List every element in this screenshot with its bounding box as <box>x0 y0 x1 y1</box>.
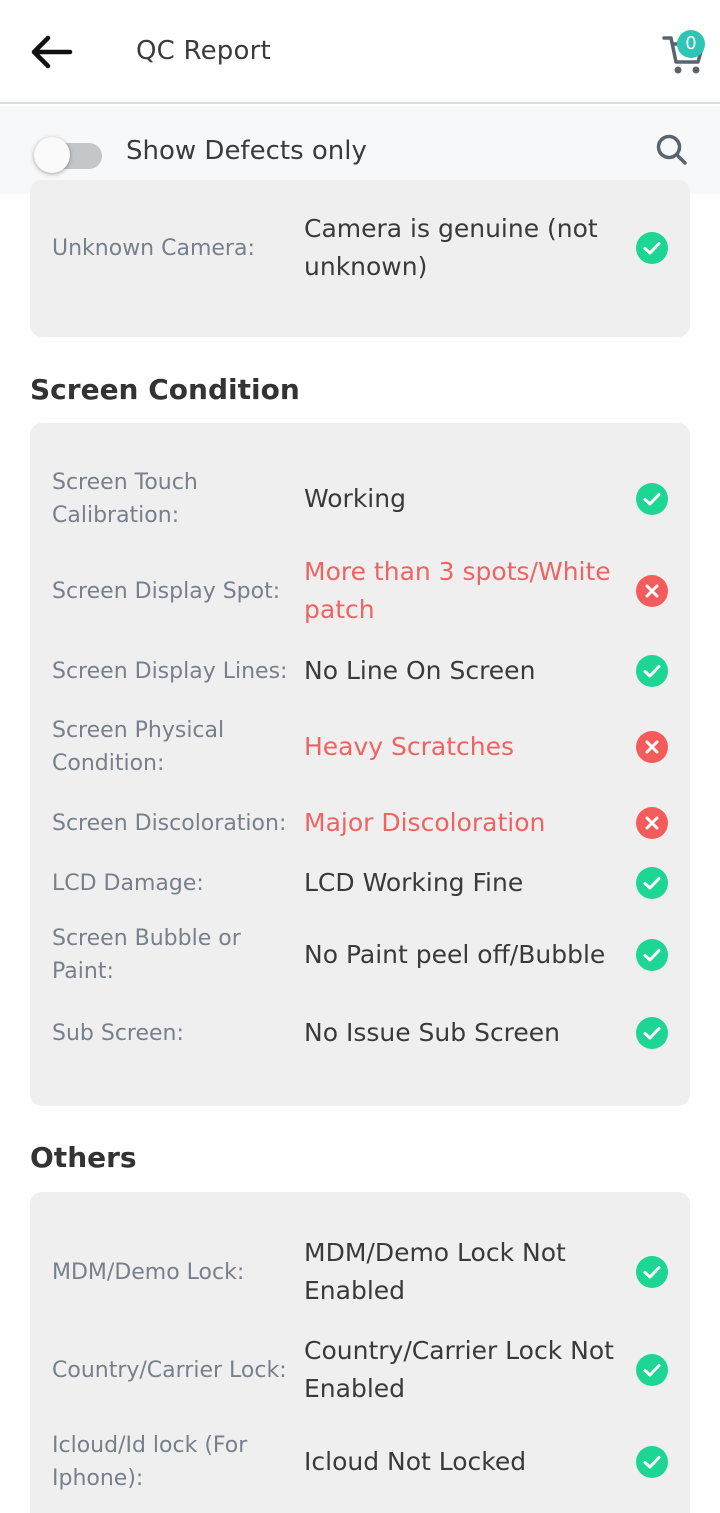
qc-row-value: LCD Working Fine <box>304 868 524 897</box>
qc-row: Screen Display Lines: No Line On Screen <box>30 649 690 693</box>
qc-row-label: Screen Discoloration: <box>52 810 287 836</box>
qc-row-label: LCD Damage: <box>52 870 204 896</box>
qc-row-value: Camera is genuine (not unknown) <box>304 214 598 281</box>
qc-row-label: Screen Touch Calibration: <box>52 470 198 528</box>
qc-row: Screen Bubble or Paint: No Paint peel off… <box>30 921 690 989</box>
defect-x-icon <box>636 575 668 607</box>
toggle-knob <box>34 137 70 173</box>
ok-check-icon <box>636 867 668 899</box>
qc-row-label: Screen Display Spot: <box>52 578 281 604</box>
qc-row: LCD Damage: LCD Working Fine <box>30 861 690 905</box>
qc-row-value: Icloud Not Locked <box>304 1447 527 1476</box>
qc-row-label: Unknown Camera: <box>52 235 255 261</box>
qc-row-value: No Line On Screen <box>304 656 536 685</box>
qc-row-label: Screen Physical Condition: <box>52 718 225 776</box>
qc-row: Country/Carrier Lock: Country/Carrier Loc… <box>30 1330 690 1410</box>
section-title-others: Others <box>30 1141 137 1174</box>
qc-row: Screen Physical Condition: Heavy Scratche… <box>30 713 690 781</box>
qc-row-value: Major Discoloration <box>304 808 546 837</box>
qc-row-label: Country/Carrier Lock: <box>52 1357 287 1383</box>
qc-row-value: More than 3 spots/White patch <box>304 557 611 624</box>
ok-check-icon <box>636 232 668 264</box>
qc-row-value: No Paint peel off/Bubble <box>304 940 606 969</box>
qc-row-value: MDM/Demo Lock Not Enabled <box>304 1238 566 1305</box>
qc-row-value: No Issue Sub Screen <box>304 1018 561 1047</box>
search-icon[interactable] <box>652 130 692 170</box>
qc-row-label: Icloud/Id lock (For Iphone): <box>52 1433 248 1491</box>
qc-row-label: MDM/Demo Lock: <box>52 1259 245 1285</box>
defects-only-toggle[interactable] <box>34 136 102 176</box>
ok-check-icon <box>636 1446 668 1478</box>
screen-condition-card: Screen Touch Calibration: Working Screen D… <box>30 423 690 1106</box>
ok-check-icon <box>636 939 668 971</box>
app-header: QC Report 0 <box>0 0 720 104</box>
others-card: MDM/Demo Lock: MDM/Demo Lock Not Enabled C… <box>30 1192 690 1513</box>
qc-row-value: Country/Carrier Lock Not Enabled <box>304 1336 614 1403</box>
ok-check-icon <box>636 483 668 515</box>
ok-check-icon <box>636 1017 668 1049</box>
ok-check-icon <box>636 1256 668 1288</box>
cart-count-badge: 0 <box>677 30 705 58</box>
back-arrow-icon[interactable] <box>28 32 76 72</box>
defect-x-icon <box>636 731 668 763</box>
qc-row: Icloud/Id lock (For Iphone): Icloud Not L… <box>30 1426 690 1498</box>
defect-x-icon <box>636 807 668 839</box>
qc-row-value: Heavy Scratches <box>304 732 515 761</box>
qc-row-label: Sub Screen: <box>52 1020 184 1046</box>
defects-only-label: Show Defects only <box>126 136 367 166</box>
page-title: QC Report <box>136 36 271 66</box>
qc-row-label: Screen Bubble or Paint: <box>52 926 241 984</box>
qc-row-value: Working <box>304 484 406 513</box>
qc-row: Sub Screen: No Issue Sub Screen <box>30 1011 690 1055</box>
qc-row: Screen Touch Calibration: Working <box>30 465 690 533</box>
ok-check-icon <box>636 1354 668 1386</box>
qc-row: Screen Display Spot: More than 3 spots/Wh… <box>30 551 690 631</box>
qc-row: Screen Discoloration: Major Discoloration <box>30 801 690 845</box>
ok-check-icon <box>636 655 668 687</box>
camera-card: Unknown Camera: Camera is genuine (not un… <box>30 180 690 337</box>
qc-row: Unknown Camera: Camera is genuine (not un… <box>30 208 690 288</box>
section-title-screen-condition: Screen Condition <box>30 373 300 406</box>
qc-row: MDM/Demo Lock: MDM/Demo Lock Not Enabled <box>30 1232 690 1312</box>
qc-row-label: Screen Display Lines: <box>52 658 288 684</box>
